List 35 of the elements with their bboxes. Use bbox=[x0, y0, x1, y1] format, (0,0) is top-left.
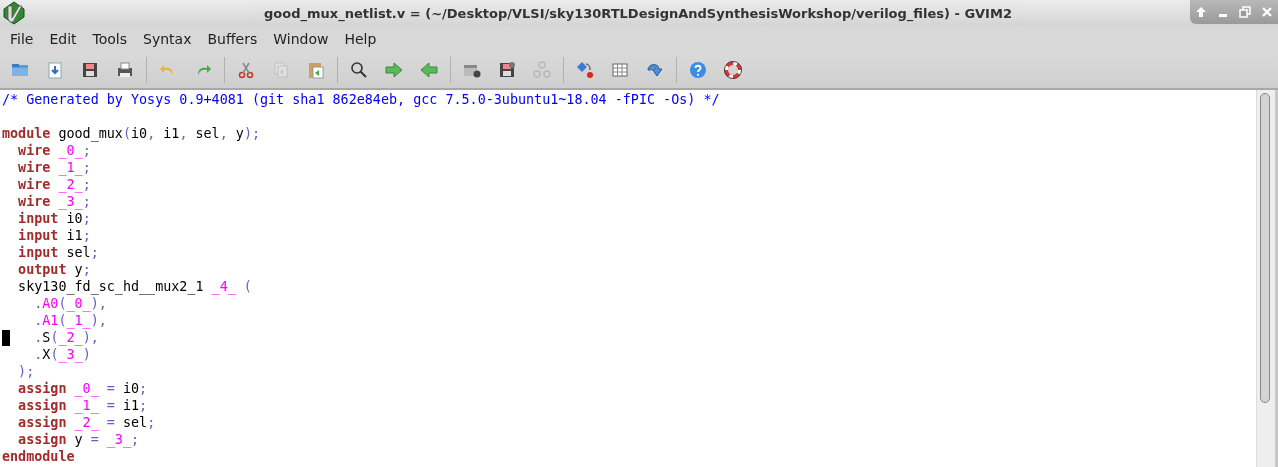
shade-icon[interactable] bbox=[1195, 6, 1207, 18]
code-line: output y; bbox=[17, 261, 91, 278]
close-icon[interactable] bbox=[1261, 6, 1273, 18]
menu-item[interactable]: Buffers bbox=[201, 29, 264, 49]
code-line: .A0(_0_), bbox=[33, 295, 107, 312]
scrollbar-thumb[interactable] bbox=[1260, 93, 1270, 403]
code-line: assign _2_ = sel; bbox=[17, 414, 156, 431]
code-line: assign y = _3_; bbox=[17, 431, 140, 448]
restore-icon[interactable] bbox=[1239, 6, 1251, 18]
menu-item[interactable]: Edit bbox=[43, 29, 83, 49]
code-line: endmodule bbox=[1, 448, 75, 465]
menu-item[interactable]: File bbox=[4, 29, 40, 49]
menu-item[interactable]: Help bbox=[338, 29, 383, 49]
code-line: /* Generated by Yosys 0.9+4081 (git sha1 862e84eb, gcc 7.5.0-3ubuntu1~18.04 -fPIC -Os) */ bbox=[1, 91, 720, 108]
code-line: wire _1_; bbox=[17, 159, 91, 176]
menu-item[interactable]: Tools bbox=[86, 29, 134, 49]
code-line: module good_mux(i0, i1, sel, y); bbox=[1, 125, 260, 142]
menu-item[interactable]: Window bbox=[267, 29, 335, 49]
code-line: input i1; bbox=[17, 227, 91, 244]
code-line: wire _3_; bbox=[17, 193, 91, 210]
code-line: input sel; bbox=[17, 244, 99, 261]
code-line: assign _0_ = i0; bbox=[17, 380, 148, 397]
code-line: .A1(_1_), bbox=[33, 312, 107, 329]
code-line: input i0; bbox=[17, 210, 91, 227]
vim-logo-icon bbox=[2, 1, 26, 25]
code-line: .X(_3_) bbox=[33, 346, 91, 363]
menu-item[interactable]: Syntax bbox=[137, 29, 198, 49]
code-line: sky130_fd_sc_hd__mux2_1 _4_ ( bbox=[17, 278, 252, 295]
code-line: .S(_2_), bbox=[0, 329, 99, 346]
code-line: ); bbox=[17, 363, 35, 380]
scrollbar[interactable] bbox=[1256, 90, 1278, 467]
code-line: wire _0_; bbox=[17, 142, 91, 159]
window-title: good_mux_netlist.v = (~/Desktop/VLSI/sky130RTLDesignAndSynthesisWorkshop/verilog_files) - GVIM2 bbox=[264, 5, 1012, 21]
code-line: assign _1_ = i1; bbox=[17, 397, 148, 414]
code-line: wire _2_; bbox=[17, 176, 91, 193]
